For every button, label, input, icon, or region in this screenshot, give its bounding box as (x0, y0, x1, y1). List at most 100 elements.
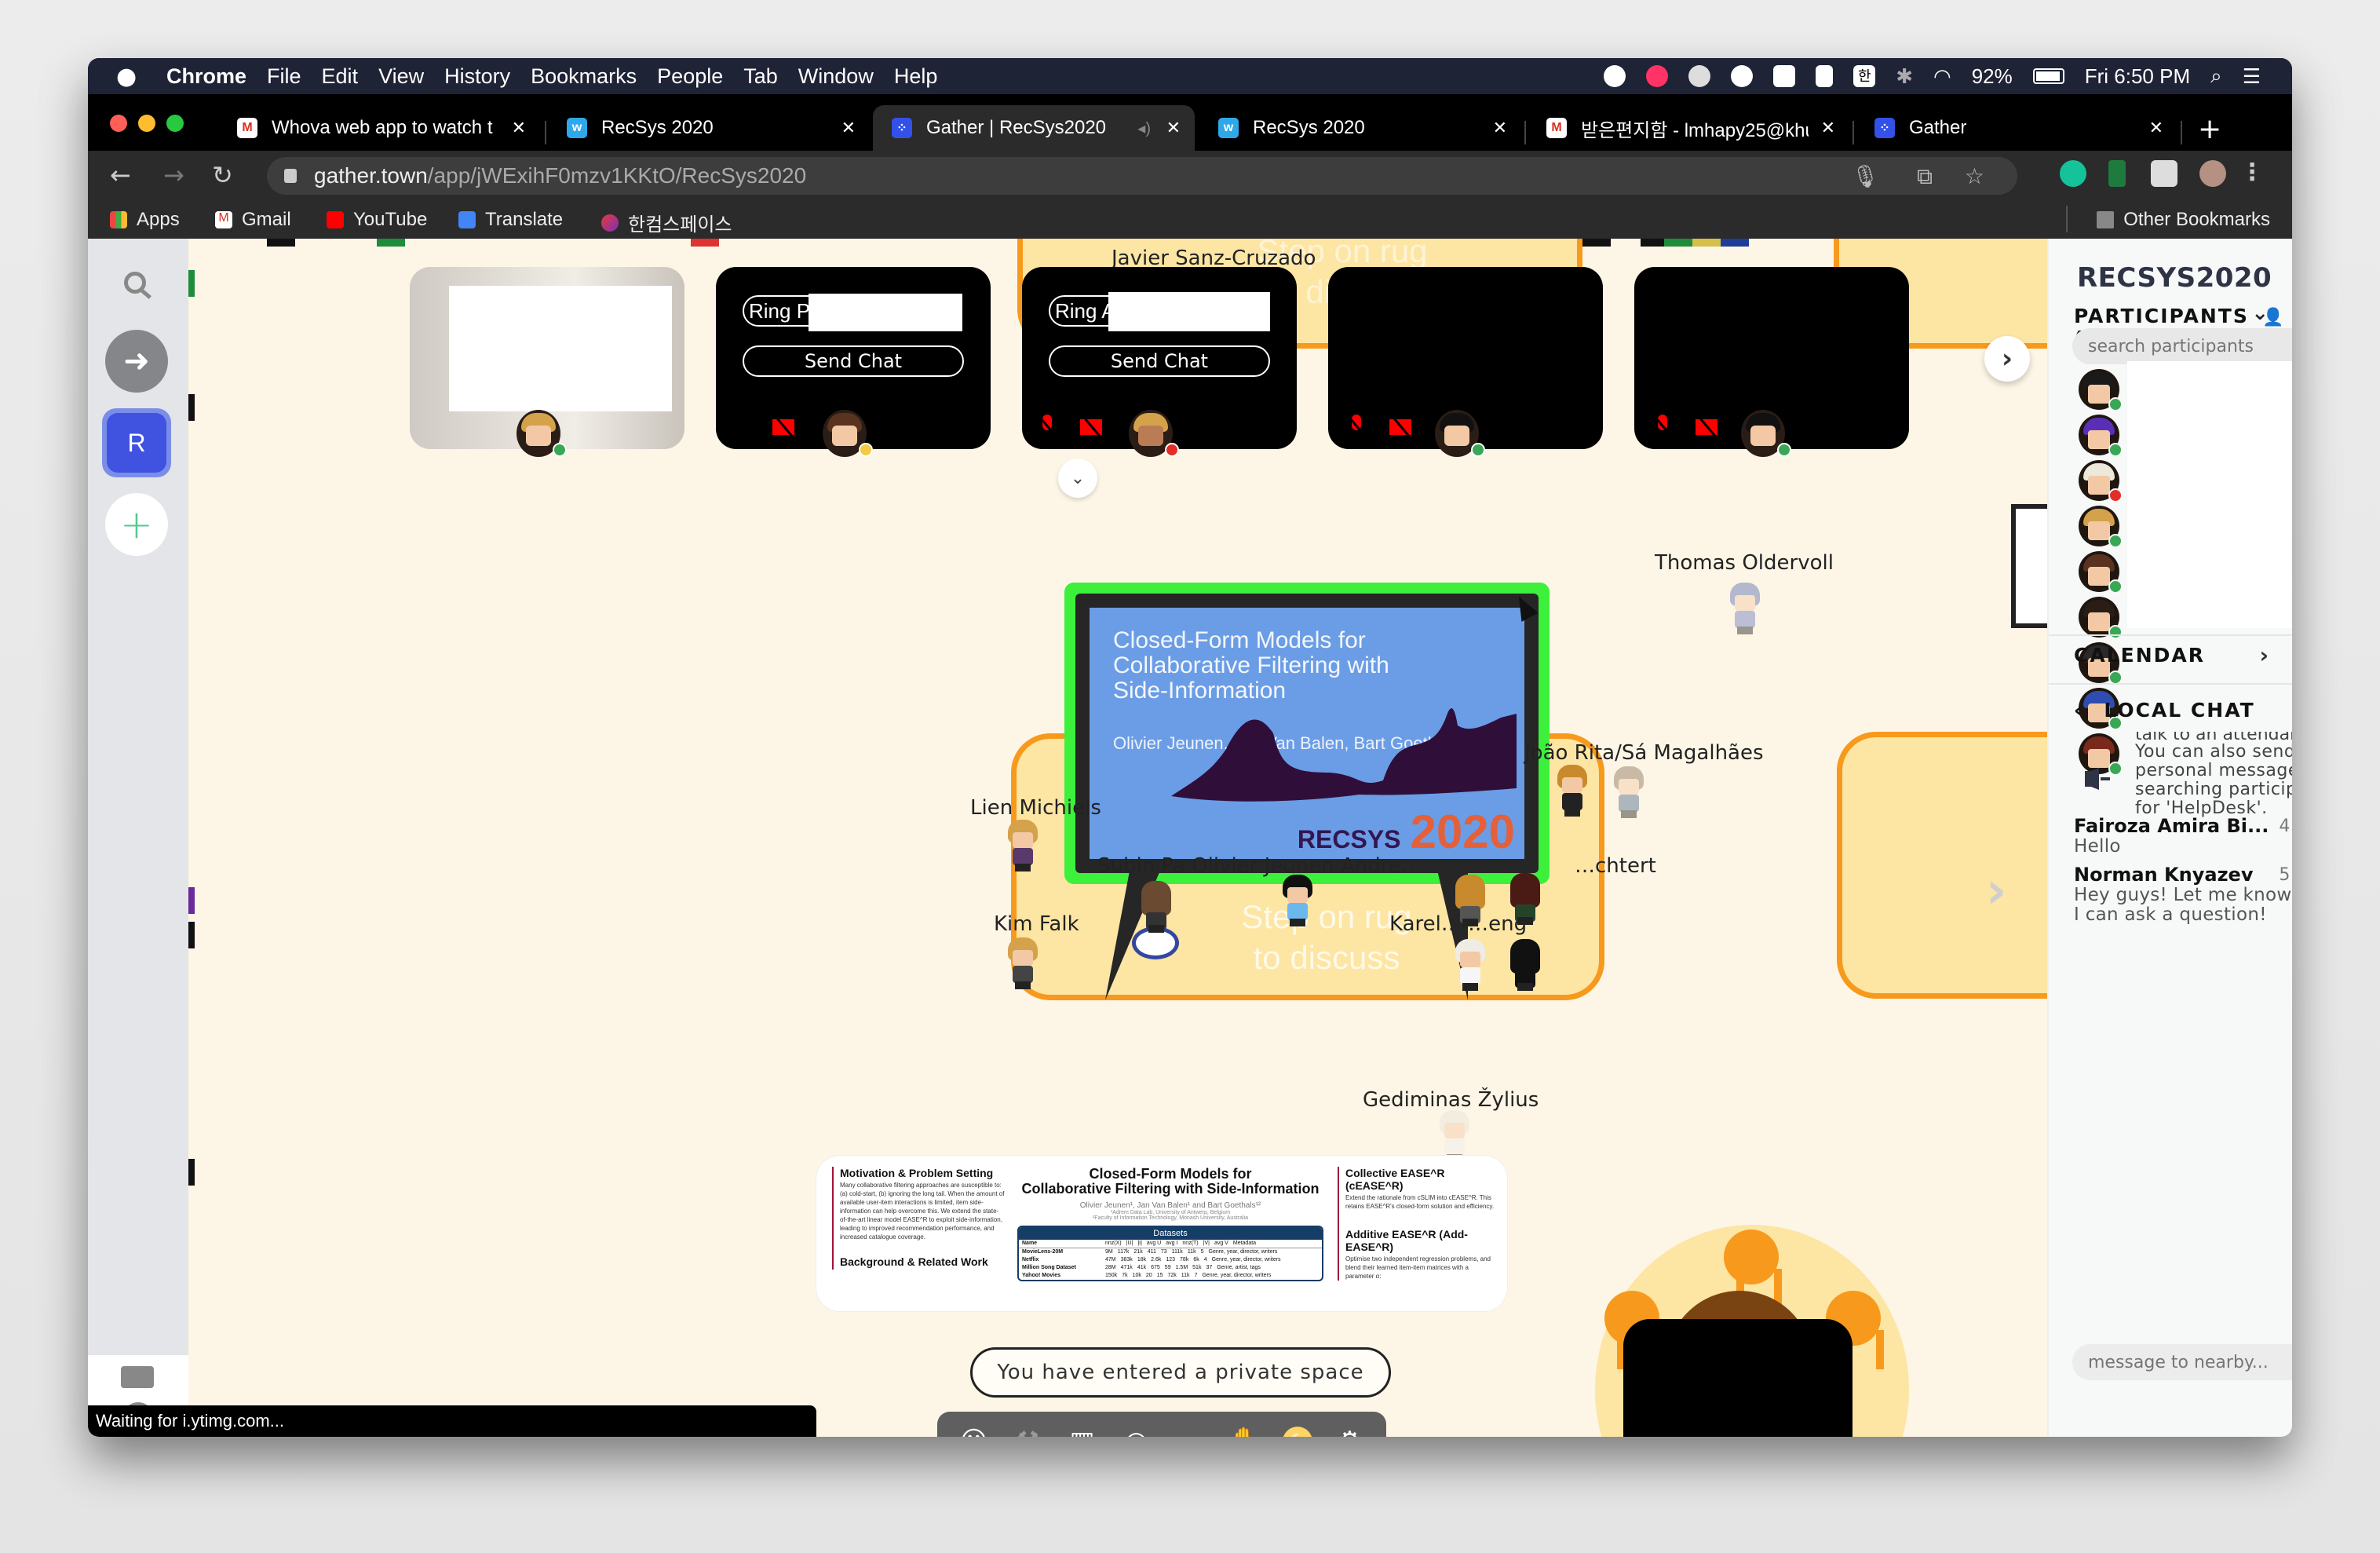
player-avatar-self[interactable] (1138, 881, 1174, 933)
close-tab-icon[interactable]: ✕ (512, 118, 526, 138)
player-avatar-kim[interactable] (1005, 937, 1041, 989)
tab-gather[interactable]: ⁘ Gather ✕ (1856, 105, 2177, 151)
video-tile-3[interactable] (1328, 267, 1603, 457)
battery-icon[interactable] (2032, 68, 2064, 84)
local-chat-header[interactable]: ‹ LOCAL CHAT (2074, 699, 2255, 722)
whiteboard[interactable] (2011, 504, 2047, 628)
back-button[interactable]: ← (110, 160, 131, 190)
apple-menu-icon[interactable]: ● (116, 63, 144, 90)
zoom-window-button[interactable] (166, 115, 184, 132)
minimize-window-button[interactable] (138, 115, 155, 132)
bookmark-apps[interactable]: Apps (110, 209, 180, 231)
search-icon[interactable] (124, 272, 146, 294)
video-tile-camera[interactable] (410, 267, 684, 457)
space-button-recsys[interactable]: R (102, 408, 171, 477)
mail-icon[interactable] (121, 1366, 154, 1388)
menu-edit[interactable]: Edit (322, 64, 359, 89)
research-poster[interactable]: Motivation & Problem Setting Many collab… (816, 1156, 1507, 1311)
creative-cloud-tray-icon[interactable] (1688, 65, 1711, 87)
build-tool-icon[interactable]: ⚒ (1012, 1425, 1045, 1437)
close-tab-icon[interactable]: ✕ (2149, 118, 2163, 138)
player-avatar-magalhaes[interactable] (1611, 766, 1647, 818)
video-tile-ring-1[interactable]: Ring P Send Chat (716, 267, 991, 457)
add-space-button[interactable]: + (105, 493, 168, 556)
player-avatar-olivier[interactable] (1279, 875, 1316, 926)
input-source-icon[interactable]: 한 (1853, 65, 1876, 87)
search-participants-input[interactable] (2072, 328, 2292, 364)
send-chat-button[interactable]: Send Chat (743, 345, 964, 377)
video-tile-ring-2[interactable]: Ring A Send Chat (1022, 267, 1297, 457)
player-avatar[interactable] (1507, 939, 1543, 991)
notification-center-icon[interactable]: ☰ (2243, 64, 2261, 89)
leave-space-button[interactable]: ➜ (105, 330, 168, 393)
extensions-puzzle-icon[interactable] (2151, 160, 2177, 187)
chat-author[interactable]: Norman Knyazev (2074, 864, 2253, 886)
chevron-left-icon[interactable]: ‹ (2074, 699, 2083, 722)
tab-recsys-whova[interactable]: w RecSys 2020 ✕ (548, 105, 870, 151)
game-map[interactable]: Step on rug to discuss Javier Sanz-Cruza… (188, 239, 2047, 1437)
url-text[interactable]: gather.town/app/jWExihF0mzv1KKtO/RecSys2… (314, 163, 806, 188)
reload-button[interactable]: ↻ (212, 160, 233, 190)
player-avatar-thomas[interactable] (1727, 583, 1763, 634)
profile-avatar[interactable] (2199, 160, 2226, 187)
player-avatar-lien[interactable] (1005, 820, 1041, 872)
cloud-sync-tray-icon[interactable] (1731, 65, 1754, 87)
menu-help[interactable]: Help (894, 64, 938, 89)
player-avatar[interactable] (1507, 873, 1543, 925)
bluetooth-icon[interactable]: ✱ (1896, 64, 1913, 89)
menu-people[interactable]: People (657, 64, 723, 89)
close-tab-icon[interactable]: ✕ (1166, 118, 1181, 138)
forward-button[interactable]: → (163, 160, 184, 190)
tab-gmail-inbox[interactable]: M 받은편지함 - lmhapy25@khu ✕ (1528, 105, 1849, 151)
lock-icon[interactable] (284, 169, 297, 183)
close-tab-icon[interactable]: ✕ (1493, 118, 1507, 138)
address-bar[interactable]: gather.town/app/jWExihF0mzv1KKtO/RecSys2… (267, 157, 2017, 195)
presentation-screen[interactable]: Closed-Form Models for Collaborative Fil… (1064, 583, 1550, 884)
avatar-menu-icon[interactable]: ☺ (958, 1425, 991, 1437)
chevron-right-icon[interactable]: › (2259, 642, 2269, 668)
quiet-mode-icon[interactable]: ☾ (1282, 1427, 1312, 1437)
window-manager-tray-icon[interactable] (1816, 65, 1834, 87)
map-right-arrow-icon[interactable]: › (1986, 862, 2006, 920)
bookmark-star-icon[interactable]: ☆ (1965, 163, 1984, 189)
tab-audio-icon[interactable]: ◂) (1137, 119, 1151, 138)
raise-hand-icon[interactable]: ✋ (1228, 1425, 1261, 1437)
player-avatar[interactable] (1452, 875, 1488, 926)
tab-gather-recsys-active[interactable]: ⁘ Gather | RecSys2020 ◂) ✕ (873, 105, 1195, 151)
player-avatar[interactable] (1452, 939, 1488, 991)
menu-tab[interactable]: Tab (743, 64, 778, 89)
video-tile-4[interactable] (1634, 267, 1909, 457)
menu-history[interactable]: History (444, 64, 510, 89)
bookmark-translate[interactable]: Translate (458, 209, 563, 231)
close-tab-icon[interactable]: ✕ (841, 118, 856, 138)
map-icon[interactable]: ▦ (1066, 1425, 1099, 1437)
chevron-down-icon[interactable]: ⌄ (2251, 301, 2269, 325)
screen-share-icon[interactable]: ▭ (1174, 1425, 1207, 1437)
menu-view[interactable]: View (378, 64, 424, 89)
menu-window[interactable]: Window (798, 64, 874, 89)
grammarly-extension-icon[interactable] (2060, 160, 2086, 187)
wifi-icon[interactable]: ◠ (1933, 64, 1951, 89)
bookmark-other[interactable]: Other Bookmarks (2097, 209, 2270, 231)
spotlight-icon[interactable]: ⌕ (2210, 64, 2222, 89)
new-tab-button[interactable]: + (2198, 113, 2221, 145)
menu-app-name[interactable]: Chrome (166, 64, 246, 89)
settings-gear-icon[interactable]: ⚙ (1334, 1425, 1367, 1437)
drive-tray-icon[interactable] (1773, 65, 1796, 87)
tab-recsys-2[interactable]: w RecSys 2020 ✕ (1199, 105, 1521, 151)
close-window-button[interactable] (110, 115, 127, 132)
menu-bookmarks[interactable]: Bookmarks (531, 64, 637, 89)
menu-file[interactable]: File (267, 64, 301, 89)
send-chat-button[interactable]: Send Chat (1049, 345, 1270, 377)
tab-whova-gmail[interactable]: M Whova web app to watch t ✕ (218, 105, 540, 151)
chair[interactable] (1724, 1230, 1782, 1308)
player-avatar[interactable] (1554, 765, 1590, 817)
bookmark-hancom[interactable]: 한컴스페이스 (601, 209, 732, 236)
target-icon[interactable]: ◎ (1120, 1425, 1153, 1437)
chat-author[interactable]: Fairoza Amira Bi... (2074, 815, 2269, 837)
self-video-tile[interactable] (1623, 1319, 1853, 1437)
close-tab-icon[interactable]: ✕ (1821, 118, 1835, 138)
chat-message-input[interactable] (2072, 1344, 2292, 1380)
extension-icon[interactable] (2108, 160, 2126, 187)
video-carousel-next-button[interactable]: › (1984, 336, 2030, 382)
